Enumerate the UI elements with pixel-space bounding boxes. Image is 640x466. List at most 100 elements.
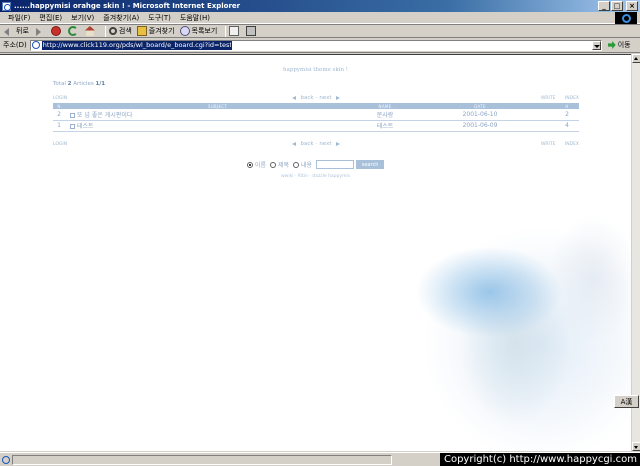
print-button[interactable] — [246, 26, 258, 36]
menu-tools[interactable]: 도구(T) — [148, 13, 171, 23]
article-icon — [70, 124, 75, 129]
history-button[interactable]: 목록보기 — [179, 26, 218, 36]
home-icon — [84, 26, 95, 36]
page-icon — [31, 41, 40, 49]
menu-edit[interactable]: 편집(E) — [39, 13, 62, 23]
article-total: Total 2 Articles 1/1 — [53, 81, 105, 87]
bottom-actions: WRITE INDEX — [533, 142, 579, 147]
refresh-icon — [67, 26, 78, 36]
go-button[interactable]: 이동 — [607, 40, 631, 50]
search-input[interactable] — [316, 160, 355, 169]
address-input[interactable] — [41, 40, 232, 50]
skin-credit: wwiki · Ritin · dazzle happymis — [280, 174, 351, 179]
pager-bottom: back · next — [53, 141, 579, 147]
row-no: 1 — [53, 120, 65, 132]
back-link[interactable]: back — [300, 141, 313, 147]
subject-link[interactable]: 또 넘 좋은 게시판이다 — [77, 112, 132, 119]
status-page-icon — [2, 455, 10, 464]
page-indicator: 1/1 — [95, 81, 106, 87]
radio-unchecked[interactable] — [293, 161, 300, 168]
close-button[interactable]: × — [626, 1, 638, 11]
favorites-icon — [136, 26, 147, 36]
stop-button[interactable] — [50, 26, 63, 36]
next-arrow-icon — [335, 141, 340, 146]
search-icon — [108, 27, 117, 35]
board-table: N SUBJECT NAME DATE H 2 또 넘 좋은 게시판이다 문사랑… — [53, 103, 579, 132]
total-prefix: Total — [53, 81, 66, 87]
index-link[interactable]: INDEX — [565, 96, 579, 101]
table-row: 2 또 넘 좋은 게시판이다 문사랑 2001-06-10 2 — [53, 109, 579, 121]
top-actions: WRITE INDEX — [533, 96, 579, 101]
go-label: 이동 — [617, 41, 631, 49]
article-icon — [70, 112, 75, 118]
mail-icon — [229, 26, 240, 36]
row-subject[interactable]: 테스트 — [65, 120, 365, 132]
print-icon — [246, 26, 257, 36]
toolbar-separator — [104, 25, 106, 37]
menu-view[interactable]: 보기(V) — [71, 13, 94, 23]
board-bottom-links: LOGIN back · next WRITE INDEX — [53, 141, 579, 149]
history-icon — [179, 26, 190, 36]
next-arrow-icon — [335, 95, 340, 100]
home-button[interactable] — [84, 26, 97, 36]
address-dropdown-button[interactable] — [591, 40, 601, 50]
row-name[interactable]: 문사랑 — [365, 109, 405, 121]
search-option-subject[interactable]: 제목 — [269, 160, 290, 169]
forward-button[interactable] — [34, 26, 46, 36]
search-option-name[interactable]: 이름 — [246, 160, 266, 169]
search-button[interactable]: 검색 — [108, 26, 132, 36]
option-label: 제목 — [277, 162, 290, 169]
menu-favorites[interactable]: 즐겨찾기(A) — [103, 13, 139, 23]
row-date: 2001-06-09 — [405, 120, 555, 132]
address-bar: 주소(D) 이동 — [0, 38, 640, 53]
address-box — [29, 39, 602, 51]
favorites-button[interactable]: 즐겨찾기 — [136, 26, 175, 36]
favorites-label: 즐겨찾기 — [148, 27, 175, 35]
option-label: 이름 — [254, 162, 266, 169]
subject-link[interactable]: 테스트 — [77, 123, 94, 130]
copyright-notice: Copyright(c) http://www.happycgi.com — [439, 453, 640, 466]
vertical-scrollbar[interactable] — [631, 54, 640, 451]
forward-arrow-icon — [34, 26, 44, 36]
board-top-links: LOGIN back · next WRITE INDEX — [53, 95, 579, 103]
search-option-content[interactable]: 내용 — [293, 160, 312, 169]
row-subject[interactable]: 또 넘 좋은 게시판이다 — [65, 109, 365, 121]
board-title: happymisi theme skin ! — [283, 67, 348, 73]
search-form: 이름 제목 내용 search — [0, 160, 631, 169]
search-submit-button[interactable]: search — [356, 160, 385, 169]
stop-icon — [50, 26, 61, 36]
ime-indicator[interactable]: A漢 — [614, 395, 639, 408]
scroll-up-button[interactable] — [632, 54, 640, 63]
scroll-down-button[interactable] — [632, 442, 640, 451]
option-label: 내용 — [301, 162, 313, 169]
address-label: 주소(D) — [3, 41, 27, 49]
window-title-bar: ......happymisi orahge skin ! - Microsof… — [0, 0, 640, 12]
radio-checked[interactable] — [246, 161, 253, 168]
ie-page-icon — [2, 1, 11, 11]
back-button[interactable]: 뒤로 — [4, 26, 29, 36]
window-title: ......happymisi orahge skin ! - Microsof… — [14, 2, 241, 10]
back-link[interactable]: back — [300, 95, 313, 101]
pager-top: back · next — [53, 95, 579, 101]
page-viewport: happymisi theme skin ! Total 2 Articles … — [0, 54, 631, 451]
next-link[interactable]: next — [319, 95, 331, 101]
write-link[interactable]: WRITE — [541, 142, 556, 147]
write-link[interactable]: WRITE — [541, 96, 556, 101]
next-link[interactable]: next — [319, 141, 331, 147]
menu-file[interactable]: 파일(F) — [8, 13, 30, 23]
radio-unchecked[interactable] — [269, 161, 276, 168]
row-date: 2001-06-10 — [405, 109, 555, 121]
search-label: 검색 — [118, 27, 132, 35]
total-label: Articles — [73, 81, 94, 87]
row-name[interactable]: 테스트 — [365, 120, 405, 132]
index-link[interactable]: INDEX — [565, 142, 579, 147]
mail-button[interactable] — [229, 26, 241, 36]
table-row: 1 테스트 테스트 2001-06-09 4 — [53, 120, 579, 132]
maximize-button[interactable]: □ — [611, 1, 623, 11]
prev-arrow-icon — [292, 141, 297, 146]
row-hit: 2 — [555, 109, 579, 121]
menu-help[interactable]: 도움말(H) — [180, 13, 210, 23]
history-label: 목록보기 — [191, 27, 218, 35]
refresh-button[interactable] — [67, 26, 80, 36]
minimize-button[interactable]: _ — [598, 1, 610, 11]
